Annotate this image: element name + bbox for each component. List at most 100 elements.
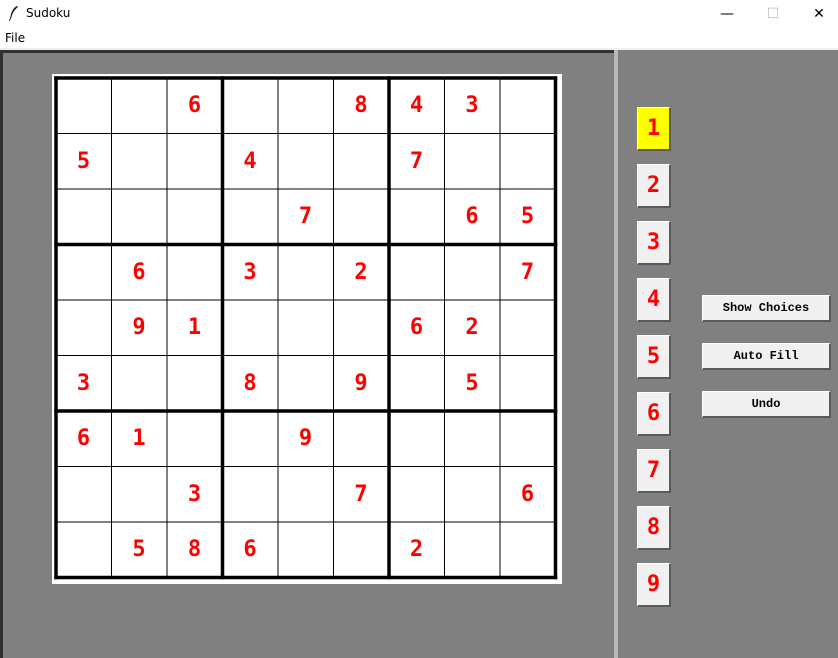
board-cell[interactable] — [56, 467, 111, 522]
board-cell[interactable] — [56, 189, 111, 244]
board-cell[interactable] — [500, 522, 555, 577]
board-cell[interactable]: 5 — [112, 522, 167, 577]
menu-file[interactable]: File — [5, 31, 25, 45]
board-cell[interactable] — [389, 189, 444, 244]
board-cell[interactable]: 7 — [278, 189, 333, 244]
board-cell[interactable]: 6 — [389, 300, 444, 355]
board-cell[interactable] — [278, 467, 333, 522]
board-cell[interactable] — [334, 522, 389, 577]
board-cell[interactable]: 6 — [500, 467, 555, 522]
number-button-3[interactable]: 3 — [637, 221, 671, 265]
board-cell[interactable]: 7 — [334, 467, 389, 522]
board-cell[interactable] — [167, 356, 222, 411]
board-cell[interactable] — [389, 356, 444, 411]
board-cell[interactable]: 3 — [167, 467, 222, 522]
board-cell[interactable] — [278, 78, 333, 133]
board-cell[interactable] — [334, 134, 389, 189]
board-cell[interactable] — [445, 245, 500, 300]
board-cell[interactable]: 6 — [56, 411, 111, 466]
auto-fill-button[interactable]: Auto Fill — [702, 343, 831, 370]
board-cell[interactable] — [223, 78, 278, 133]
board-cell[interactable] — [223, 300, 278, 355]
board-cell[interactable]: 4 — [389, 78, 444, 133]
number-button-7[interactable]: 7 — [637, 449, 671, 493]
board-cell[interactable]: 7 — [389, 134, 444, 189]
board-cell[interactable]: 5 — [500, 189, 555, 244]
board-cell[interactable] — [112, 467, 167, 522]
board-cell[interactable] — [500, 411, 555, 466]
board-cell[interactable] — [278, 522, 333, 577]
board-cell[interactable] — [167, 134, 222, 189]
board-cell[interactable] — [389, 411, 444, 466]
board-cell[interactable]: 2 — [445, 300, 500, 355]
board-cell[interactable] — [223, 467, 278, 522]
number-button-6[interactable]: 6 — [637, 392, 671, 436]
menu-bar: File — [0, 28, 838, 48]
board-cell[interactable]: 5 — [56, 134, 111, 189]
board-cell[interactable]: 3 — [445, 78, 500, 133]
board-cell[interactable] — [167, 411, 222, 466]
board-cell[interactable]: 1 — [112, 411, 167, 466]
board-cell[interactable] — [278, 134, 333, 189]
board-cell[interactable]: 4 — [223, 134, 278, 189]
board-cell[interactable]: 9 — [278, 411, 333, 466]
undo-button[interactable]: Undo — [702, 391, 831, 418]
maximize-button[interactable]: ☐ — [750, 0, 796, 28]
number-button-2[interactable]: 2 — [637, 164, 671, 208]
board-cell[interactable]: 9 — [334, 356, 389, 411]
show-choices-button[interactable]: Show Choices — [702, 295, 831, 322]
board-cell[interactable] — [112, 189, 167, 244]
board-cell[interactable] — [223, 189, 278, 244]
board-cell[interactable]: 3 — [56, 356, 111, 411]
board-cell[interactable] — [112, 134, 167, 189]
number-button-4[interactable]: 4 — [637, 278, 671, 322]
board-cell[interactable] — [445, 134, 500, 189]
board-cell[interactable]: 7 — [500, 245, 555, 300]
board-cell[interactable]: 2 — [334, 245, 389, 300]
board-cell[interactable]: 1 — [167, 300, 222, 355]
title-bar: Sudoku — ☐ ✕ — [0, 0, 838, 28]
board-cell[interactable] — [334, 189, 389, 244]
board-cell[interactable] — [278, 245, 333, 300]
number-button-1[interactable]: 1 — [637, 107, 671, 151]
board-cell[interactable] — [389, 467, 444, 522]
number-button-8[interactable]: 8 — [637, 506, 671, 550]
board-cell[interactable] — [278, 356, 333, 411]
board-cell[interactable]: 3 — [223, 245, 278, 300]
board-cell[interactable] — [500, 134, 555, 189]
board-cell[interactable] — [278, 300, 333, 355]
board-cell[interactable]: 6 — [112, 245, 167, 300]
board-cell[interactable] — [500, 300, 555, 355]
board-cell[interactable]: 8 — [223, 356, 278, 411]
board-cell[interactable]: 6 — [223, 522, 278, 577]
sudoku-board: 68435477656327916238956193765862 — [52, 74, 562, 584]
board-cell[interactable] — [334, 411, 389, 466]
number-button-5[interactable]: 5 — [637, 335, 671, 379]
board-cell[interactable] — [112, 78, 167, 133]
board-cell[interactable]: 9 — [112, 300, 167, 355]
board-cell[interactable]: 6 — [167, 78, 222, 133]
board-cell[interactable] — [56, 300, 111, 355]
board-cell[interactable]: 6 — [445, 189, 500, 244]
board-cell[interactable] — [167, 189, 222, 244]
board-cell[interactable] — [112, 356, 167, 411]
board-cell[interactable]: 8 — [334, 78, 389, 133]
board-cell[interactable] — [56, 522, 111, 577]
minimize-button[interactable]: — — [704, 0, 750, 28]
board-cell[interactable] — [500, 78, 555, 133]
board-cell[interactable] — [500, 356, 555, 411]
board-cell[interactable] — [389, 245, 444, 300]
board-cell[interactable] — [334, 300, 389, 355]
board-cell[interactable] — [445, 522, 500, 577]
board-cell[interactable] — [223, 411, 278, 466]
board-cell[interactable] — [445, 411, 500, 466]
board-cell[interactable] — [56, 245, 111, 300]
board-cell[interactable] — [167, 245, 222, 300]
board-cell[interactable]: 5 — [445, 356, 500, 411]
board-cell[interactable] — [56, 78, 111, 133]
board-cell[interactable]: 8 — [167, 522, 222, 577]
number-button-9[interactable]: 9 — [637, 563, 671, 607]
board-cell[interactable] — [445, 467, 500, 522]
close-button[interactable]: ✕ — [796, 0, 838, 28]
board-cell[interactable]: 2 — [389, 522, 444, 577]
